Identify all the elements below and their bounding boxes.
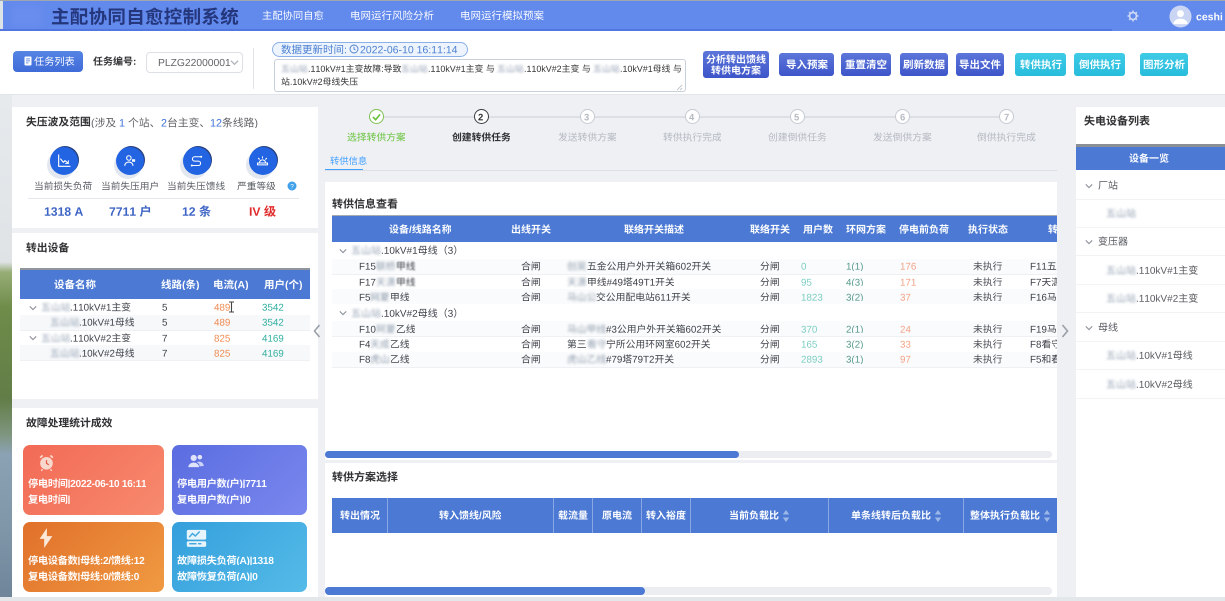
svg-text:?: ? [290, 183, 294, 190]
